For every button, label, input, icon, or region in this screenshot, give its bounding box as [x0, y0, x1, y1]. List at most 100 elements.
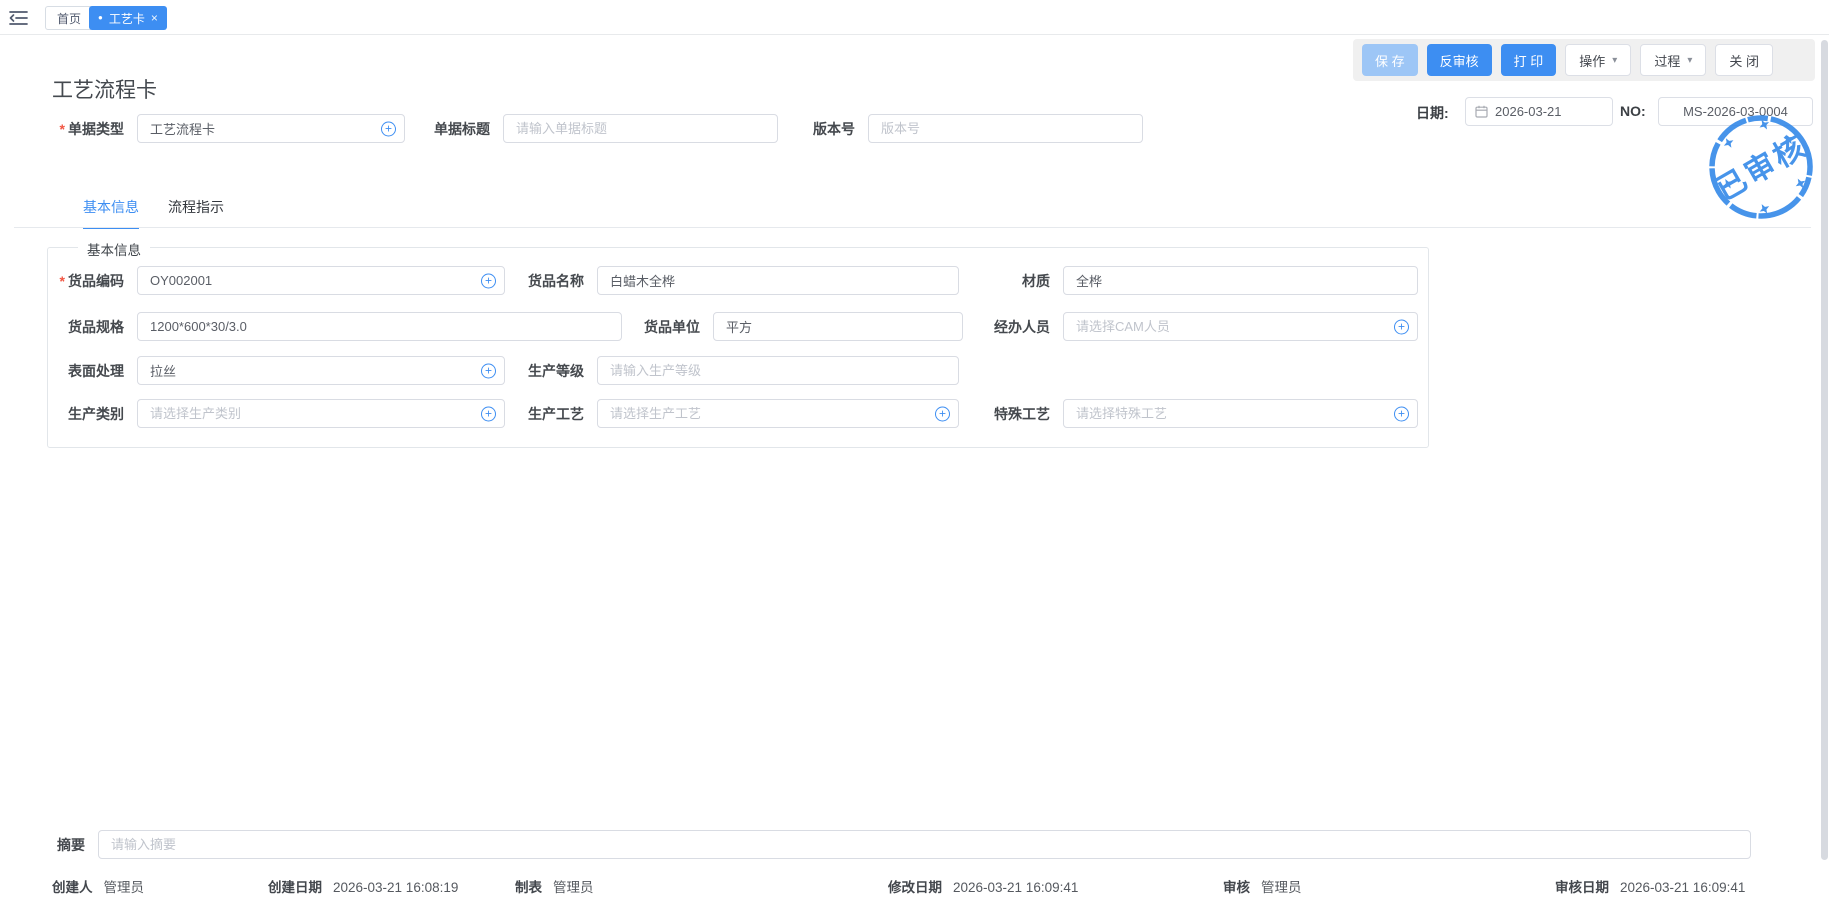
- footer-creator: 创建人管理员: [52, 876, 144, 896]
- date-value: 2026-03-21: [1495, 104, 1562, 119]
- vertical-scrollbar[interactable]: [1821, 40, 1828, 860]
- date-label: 日期:: [1416, 103, 1449, 123]
- version-input[interactable]: [868, 114, 1143, 143]
- caret-down-icon: ▾: [1612, 55, 1617, 66]
- special-process-label: 特殊工艺: [966, 404, 1050, 424]
- creator-label: 创建人: [52, 880, 93, 895]
- goods-spec-input[interactable]: [137, 312, 622, 341]
- reverse-audit-button[interactable]: 反审核: [1427, 44, 1492, 76]
- action-toolbar: 保 存 反审核 打 印 操作 ▾ 过程 ▾ 关 闭: [1353, 39, 1815, 81]
- tab-home-label: 首页: [57, 10, 81, 27]
- doc-type-label: 单据类型: [68, 119, 124, 139]
- plus-circle-icon[interactable]: +: [1394, 319, 1409, 334]
- doc-title-label: 单据标题: [418, 119, 490, 139]
- field-version: 版本号: [783, 114, 1143, 143]
- process-dropdown-button[interactable]: 过程 ▾: [1640, 44, 1706, 76]
- category-input[interactable]: [137, 399, 505, 428]
- summary-input[interactable]: [98, 830, 1751, 859]
- top-tab-bar: 首页 ● 工艺卡 ×: [0, 0, 1829, 35]
- plus-circle-icon[interactable]: +: [1394, 406, 1409, 421]
- create-date-label: 创建日期: [268, 880, 322, 895]
- field-goods-name: 货品名称: [500, 266, 959, 295]
- no-value: MS-2026-03-0004: [1683, 104, 1788, 119]
- tab-close-icon[interactable]: ×: [151, 11, 158, 25]
- maker-value: 管理员: [553, 880, 594, 895]
- tab-process-card[interactable]: ● 工艺卡 ×: [89, 6, 167, 30]
- page-title: 工艺流程卡: [52, 74, 157, 104]
- doc-title-input[interactable]: [503, 114, 778, 143]
- process-label: 生产工艺: [500, 404, 584, 424]
- footer-maker: 制表管理员: [515, 876, 594, 896]
- surface-label: 表面处理: [40, 361, 124, 381]
- tabs-divider: [14, 227, 1811, 228]
- material-label: 材质: [966, 271, 1050, 291]
- goods-name-label: 货品名称: [500, 271, 584, 291]
- goods-code-label: 货品编码: [68, 271, 124, 291]
- grade-label: 生产等级: [500, 361, 584, 381]
- goods-name-input[interactable]: [597, 266, 959, 295]
- process-input[interactable]: [597, 399, 959, 428]
- auditor-value: 管理员: [1261, 880, 1302, 895]
- special-process-input[interactable]: [1063, 399, 1418, 428]
- plus-circle-icon[interactable]: +: [481, 406, 496, 421]
- tab-flow-instruction[interactable]: 流程指示: [168, 197, 224, 217]
- calendar-icon: [1475, 105, 1488, 118]
- grade-input[interactable]: [597, 356, 959, 385]
- doc-type-input[interactable]: [137, 114, 405, 143]
- audited-stamp: 已审核: [1702, 110, 1820, 224]
- field-goods-spec: 货品规格: [40, 312, 622, 341]
- field-operator: 经办人员 +: [966, 312, 1418, 341]
- goods-spec-label: 货品规格: [40, 317, 124, 337]
- plus-circle-icon[interactable]: +: [481, 363, 496, 378]
- operator-label: 经办人员: [966, 317, 1050, 337]
- print-button[interactable]: 打 印: [1501, 44, 1557, 76]
- basic-info-legend: 基本信息: [78, 239, 150, 259]
- field-summary: 摘要: [42, 830, 1751, 859]
- plus-circle-icon[interactable]: +: [935, 406, 950, 421]
- no-input[interactable]: MS-2026-03-0004: [1658, 97, 1813, 126]
- tab-basic-info[interactable]: 基本信息: [83, 197, 139, 229]
- operator-input[interactable]: [1063, 312, 1418, 341]
- version-label: 版本号: [783, 119, 855, 139]
- field-grade: 生产等级: [500, 356, 959, 385]
- field-category: 生产类别 +: [40, 399, 505, 428]
- active-dot-icon: ●: [98, 14, 103, 22]
- required-mark: *: [60, 273, 65, 289]
- maker-label: 制表: [515, 880, 542, 895]
- category-label: 生产类别: [40, 404, 124, 424]
- auditor-label: 审核: [1223, 880, 1250, 895]
- process-label: 过程: [1654, 51, 1680, 70]
- menu-fold-icon[interactable]: [9, 10, 28, 26]
- field-surface: 表面处理 +: [40, 356, 505, 385]
- field-special-process: 特殊工艺 +: [966, 399, 1418, 428]
- close-button[interactable]: 关 闭: [1715, 44, 1773, 76]
- plus-circle-icon[interactable]: +: [381, 121, 396, 136]
- footer-create-date: 创建日期 2026-03-21 16:08:19: [268, 876, 458, 896]
- date-input[interactable]: 2026-03-21: [1465, 97, 1613, 126]
- stamp-text: 已审核: [1710, 128, 1813, 207]
- no-label: NO:: [1620, 103, 1646, 119]
- create-date-value: 2026-03-21 16:08:19: [333, 880, 458, 895]
- goods-unit-label: 货品单位: [616, 317, 700, 337]
- save-button[interactable]: 保 存: [1362, 44, 1418, 76]
- summary-label: 摘要: [42, 835, 85, 855]
- caret-down-icon: ▾: [1687, 55, 1692, 66]
- modify-date-value: 2026-03-21 16:09:41: [953, 880, 1078, 895]
- creator-value: 管理员: [104, 880, 145, 895]
- tab-home[interactable]: 首页: [45, 6, 93, 30]
- goods-code-input[interactable]: [137, 266, 505, 295]
- material-input[interactable]: [1063, 266, 1418, 295]
- footer-audit-date: 审核日期2026-03-21 16:09:41: [1555, 876, 1745, 896]
- plus-circle-icon[interactable]: +: [481, 273, 496, 288]
- goods-unit-input[interactable]: [713, 312, 963, 341]
- field-goods-code: * 货品编码 +: [35, 266, 505, 295]
- stamp-stars-icon: [1703, 110, 1820, 224]
- tab-process-card-label: 工艺卡: [109, 10, 145, 27]
- surface-input[interactable]: [137, 356, 505, 385]
- field-material: 材质: [966, 266, 1418, 295]
- footer-auditor: 审核管理员: [1223, 876, 1302, 896]
- modify-date-label: 修改日期: [888, 880, 942, 895]
- required-mark: *: [60, 121, 65, 137]
- audit-date-label: 审核日期: [1555, 880, 1609, 895]
- operation-dropdown-button[interactable]: 操作 ▾: [1565, 44, 1631, 76]
